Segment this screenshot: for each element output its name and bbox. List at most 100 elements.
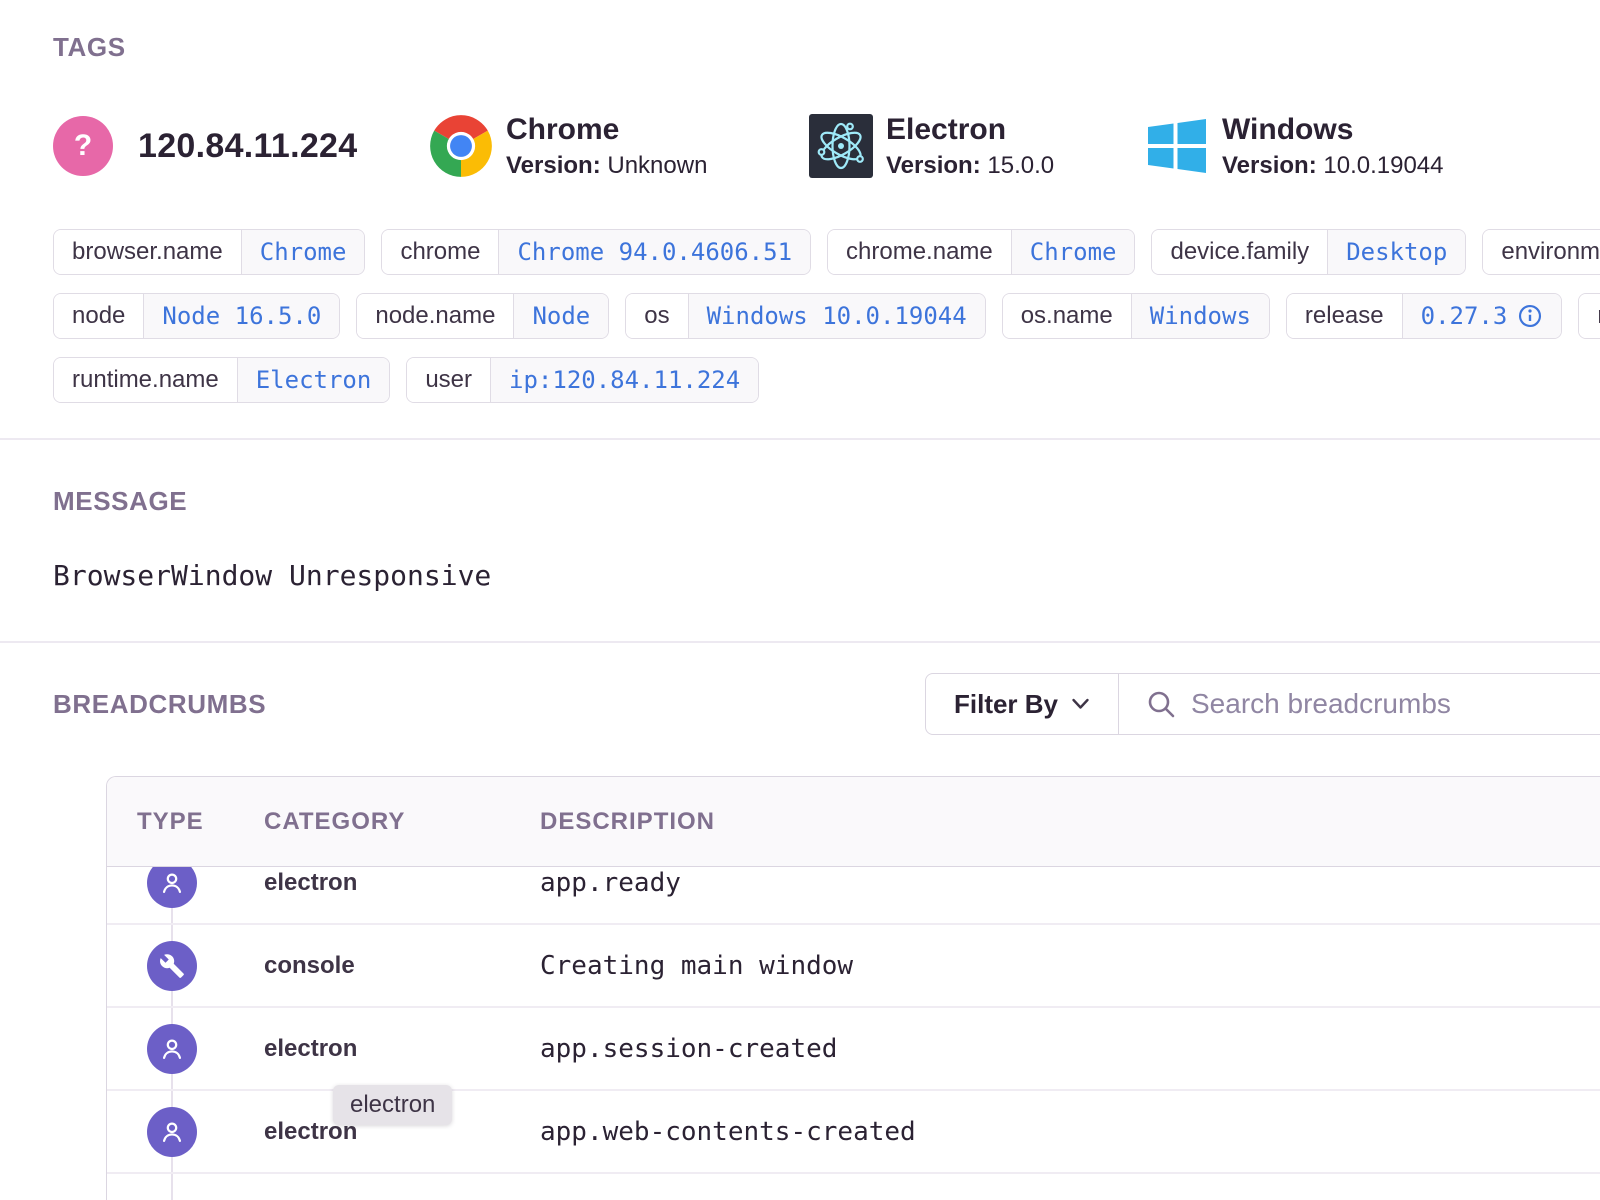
breadcrumbs-section: BREADCRUMBS Filter By [0, 643, 1600, 1200]
search-breadcrumbs-input[interactable] [1191, 688, 1600, 720]
type-cell [107, 1024, 264, 1074]
breadcrumb-row[interactable]: electron app.session-created [107, 1008, 1600, 1091]
message-section: MESSAGE BrowserWindow Unresponsive [0, 440, 1600, 592]
message-section-title: MESSAGE [53, 486, 1600, 517]
tag-pill-browser-name[interactable]: browser.name Chrome [53, 229, 365, 275]
tag-runtime-name: Electron [886, 113, 1054, 147]
breadcrumbs-searchbox [1119, 674, 1600, 734]
version-label: Version: [886, 152, 981, 179]
tag-summary-runtime[interactable]: Electron Version: 15.0.0 [809, 113, 1145, 179]
user-icon [147, 867, 197, 908]
tag-browser-name: Chrome [506, 113, 707, 147]
tag-pill-user[interactable]: user ip:120.84.11.224 [406, 357, 759, 403]
breadcrumb-row-partial [107, 1174, 1600, 1200]
breadcrumbs-table-header: TYPE CATEGORY DESCRIPTION [107, 777, 1600, 867]
breadcrumb-description: app.web-contents-created [540, 1117, 1600, 1147]
tag-pill-row: runtime.name Electron user ip:120.84.11.… [53, 357, 1600, 403]
pill-value[interactable]: Windows 10.0.19044 [688, 294, 985, 338]
tag-os-name: Windows [1222, 113, 1444, 147]
type-cell [107, 867, 264, 908]
tag-pills: browser.name Chrome chrome Chrome 94.0.4… [53, 229, 1600, 403]
pill-key: environm [1483, 230, 1600, 274]
pill-value[interactable]: Desktop [1327, 230, 1465, 274]
filter-by-button[interactable]: Filter By [926, 674, 1119, 734]
pill-key: os [626, 294, 687, 338]
message-text: BrowserWindow Unresponsive [53, 559, 1600, 592]
wrench-icon [147, 941, 197, 991]
breadcrumb-category: electron [264, 1035, 540, 1063]
tag-pill-runtime-name[interactable]: runtime.name Electron [53, 357, 390, 403]
release-version: 0.27.3 [1421, 302, 1508, 330]
breadcrumb-row[interactable]: electron app.ready [107, 867, 1600, 925]
tag-pill-row: node Node 16.5.0 node.name Node os Windo… [53, 293, 1600, 339]
tags-section: TAGS ? 120.84.11.224 Chrome Ve [0, 0, 1600, 403]
filter-by-label: Filter By [954, 689, 1058, 720]
windows-logo-icon [1145, 114, 1209, 178]
pill-key: node.name [357, 294, 513, 338]
tooltip-label: electron [350, 1091, 435, 1118]
breadcrumbs-section-title: BREADCRUMBS [53, 689, 266, 720]
tag-summary-user[interactable]: ? 120.84.11.224 [53, 113, 429, 179]
pill-value[interactable]: Chrome [241, 230, 365, 274]
breadcrumb-description: Creating main window [540, 951, 1600, 981]
tag-summary-os[interactable]: Windows Version: 10.0.19044 [1145, 113, 1444, 179]
breadcrumb-category: electron [264, 869, 540, 897]
tag-ip-value: 120.84.11.224 [138, 127, 357, 166]
breadcrumb-row[interactable]: electron app.web-contents-created [107, 1091, 1600, 1174]
tag-pill-device-family[interactable]: device.family Desktop [1151, 229, 1466, 275]
info-icon[interactable] [1517, 303, 1543, 329]
column-header-type: TYPE [107, 808, 264, 836]
pill-value[interactable]: ip:120.84.11.224 [490, 358, 758, 402]
tag-pill-node[interactable]: node Node 16.5.0 [53, 293, 340, 339]
pill-value[interactable]: Node 16.5.0 [143, 294, 339, 338]
pill-value[interactable]: Chrome [1011, 230, 1135, 274]
question-avatar-icon: ? [53, 116, 113, 176]
user-icon [147, 1107, 197, 1157]
tag-summary-row: ? 120.84.11.224 Chrome Version: Unknown [53, 113, 1600, 179]
version-label: Version: [1222, 152, 1317, 179]
pill-key: browser.name [54, 230, 241, 274]
pill-value[interactable]: Electron [237, 358, 390, 402]
tag-pill-node-name[interactable]: node.name Node [356, 293, 609, 339]
pill-key: device.family [1152, 230, 1327, 274]
tag-os-text: Windows Version: 10.0.19044 [1222, 113, 1444, 180]
tag-pill-release[interactable]: release 0.27.3 [1286, 293, 1562, 339]
version-value: Unknown [607, 152, 707, 179]
tag-runtime-version: Version: 15.0.0 [886, 152, 1054, 180]
version-value: 10.0.19044 [1323, 152, 1443, 179]
pill-value[interactable]: 0.27.3 [1402, 294, 1562, 338]
search-icon [1145, 688, 1177, 720]
breadcrumbs-filter-bar: Filter By [925, 673, 1600, 735]
column-header-category: CATEGORY [264, 808, 540, 836]
breadcrumbs-header: BREADCRUMBS Filter By [53, 673, 1600, 735]
pill-value[interactable]: Windows [1131, 294, 1269, 338]
event-detail-page: TAGS ? 120.84.11.224 Chrome Ve [0, 0, 1600, 1200]
user-icon [147, 1024, 197, 1074]
pill-key: release [1287, 294, 1402, 338]
tag-pill-os[interactable]: os Windows 10.0.19044 [625, 293, 985, 339]
column-header-description: DESCRIPTION [540, 808, 1600, 836]
pill-value[interactable]: Node [513, 294, 608, 338]
tag-runtime-text: Electron Version: 15.0.0 [886, 113, 1054, 180]
chevron-down-icon [1071, 697, 1090, 711]
breadcrumb-row[interactable]: console Creating main window [107, 925, 1600, 1008]
type-cell [107, 1107, 264, 1157]
breadcrumb-category: console [264, 952, 540, 980]
pill-key: runtime.name [54, 358, 237, 402]
breadcrumb-description: app.ready [540, 868, 1600, 898]
tag-pill-runtime[interactable]: ru [1578, 293, 1600, 339]
tag-pill-environment[interactable]: environm [1482, 229, 1600, 275]
tag-pill-chrome-name[interactable]: chrome.name Chrome [827, 229, 1135, 275]
tag-browser-version: Version: Unknown [506, 152, 707, 180]
category-tooltip: electron [333, 1085, 452, 1125]
tag-summary-browser[interactable]: Chrome Version: Unknown [429, 113, 809, 179]
version-value: 15.0.0 [987, 152, 1054, 179]
tag-pill-os-name[interactable]: os.name Windows [1002, 293, 1270, 339]
tag-pill-chrome[interactable]: chrome Chrome 94.0.4606.51 [381, 229, 811, 275]
breadcrumbs-table: TYPE CATEGORY DESCRIPTION el [106, 776, 1600, 1200]
pill-value[interactable]: Chrome 94.0.4606.51 [498, 230, 810, 274]
pill-key: user [407, 358, 490, 402]
pill-key: node [54, 294, 143, 338]
pill-key: chrome [382, 230, 498, 274]
chrome-logo-icon [429, 114, 493, 178]
